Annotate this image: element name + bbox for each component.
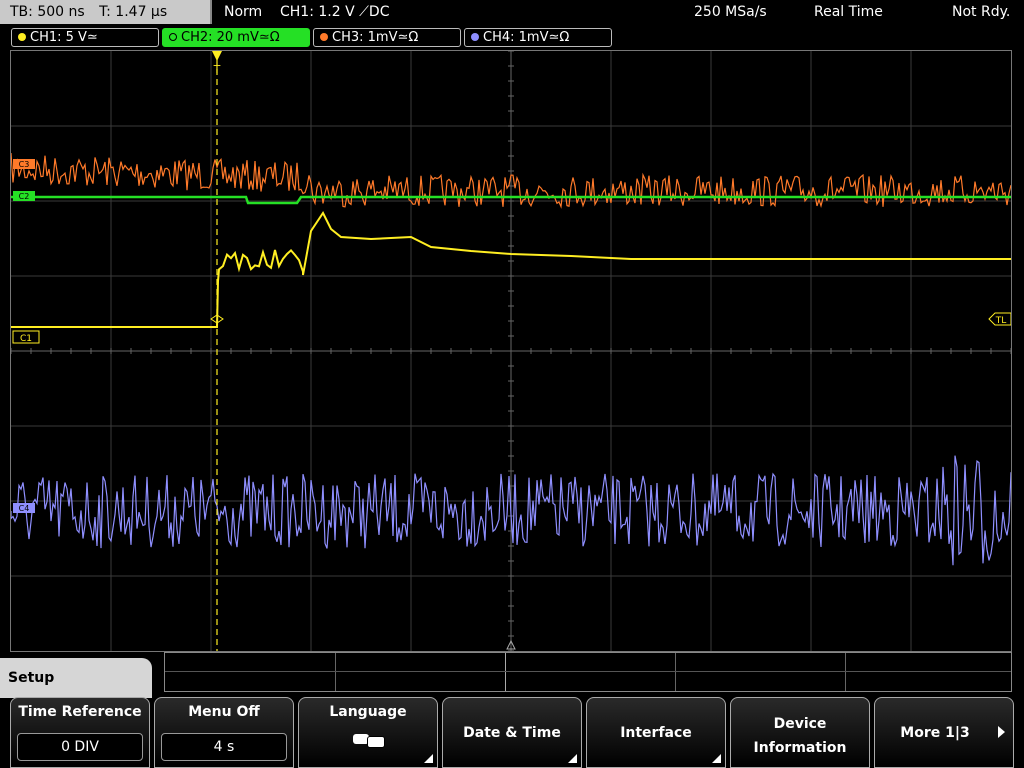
menu-off-softkey[interactable]: Menu Off 4 s xyxy=(154,697,294,768)
ch4-color-dot-icon xyxy=(471,33,479,41)
submenu-corner-icon xyxy=(568,754,577,763)
timebase-box[interactable]: TB: 500 ns T: 1.47 µs xyxy=(0,0,212,24)
language-label: Language xyxy=(329,704,407,720)
more-softkey[interactable]: More 1|3 xyxy=(874,697,1014,768)
trigger-position-label: T xyxy=(213,63,221,76)
menu-title-tab: Setup xyxy=(0,658,152,698)
ch2-offset-marker[interactable]: C2 xyxy=(13,191,35,201)
date-time-label: Date & Time xyxy=(463,725,561,741)
channel-tab-ch1[interactable]: CH1: 5 V≃ xyxy=(11,28,159,47)
interface-label: Interface xyxy=(620,725,692,741)
trigger-level-marker[interactable]: TL xyxy=(988,312,1011,326)
ch3-label: CH3: 1mV≃Ω xyxy=(332,30,419,45)
language-softkey[interactable]: Language xyxy=(298,697,438,768)
waveform-display[interactable]: T TL C1 C2 C3 C4 xyxy=(10,50,1012,652)
time-reference-value[interactable]: 0 DIV xyxy=(17,733,143,761)
trigger-time-value: T: 1.47 µs xyxy=(99,4,168,20)
trigger-level-label: TL xyxy=(995,316,1007,326)
date-time-softkey[interactable]: Date & Time xyxy=(442,697,582,768)
timebase-value: TB: 500 ns xyxy=(10,4,85,20)
run-status: Not Rdy. xyxy=(952,4,1011,20)
speech-bubbles-icon xyxy=(351,732,385,748)
waveform-canvas: T TL C1 C2 C3 C4 xyxy=(11,51,1011,651)
more-label: More 1|3 xyxy=(900,725,970,741)
ch1-color-dot-icon xyxy=(18,33,26,41)
channel-tab-ch4[interactable]: CH4: 1mV≃Ω xyxy=(464,28,612,47)
trigger-info[interactable]: CH1: 1.2 V ⟋DC xyxy=(280,0,389,24)
menu-off-label: Menu Off xyxy=(188,704,260,720)
ch3-offset-marker[interactable]: C3 xyxy=(13,159,35,169)
arrow-right-icon xyxy=(998,726,1005,738)
ch3-marker-label: C3 xyxy=(19,160,30,169)
submenu-corner-icon xyxy=(712,754,721,763)
trigger-position-marker[interactable]: T xyxy=(212,51,222,76)
ch4-marker-label: C4 xyxy=(19,504,30,513)
device-information-line2: Information xyxy=(753,740,847,756)
device-information-line1: Device xyxy=(773,716,827,732)
time-reference-softkey[interactable]: Time Reference 0 DIV xyxy=(10,697,150,768)
ch2-marker-label: C2 xyxy=(19,192,30,201)
ch2-label: CH2: 20 mV≃Ω xyxy=(181,30,280,45)
submenu-corner-icon xyxy=(424,754,433,763)
grid-lines xyxy=(11,51,1011,651)
trigger-mode[interactable]: Norm xyxy=(224,0,262,24)
acquisition-mode: Real Time xyxy=(814,4,883,20)
info-area xyxy=(164,652,1012,692)
ch1-offset-marker[interactable]: C1 xyxy=(12,330,40,344)
time-reference-label: Time Reference xyxy=(18,704,142,720)
ch2-color-dot-icon xyxy=(169,33,177,41)
ch1-label: CH1: 5 V≃ xyxy=(30,30,98,45)
sample-rate: 250 MSa/s xyxy=(694,4,767,20)
status-bar: TB: 500 ns T: 1.47 µs Norm CH1: 1.2 V ⟋D… xyxy=(0,0,1024,26)
channel-tab-ch2[interactable]: CH2: 20 mV≃Ω xyxy=(162,28,310,47)
channel-tab-ch3[interactable]: CH3: 1mV≃Ω xyxy=(313,28,461,47)
ch4-offset-marker[interactable]: C4 xyxy=(13,503,35,513)
ch4-label: CH4: 1mV≃Ω xyxy=(483,30,570,45)
menu-off-value[interactable]: 4 s xyxy=(161,733,287,761)
ch3-color-dot-icon xyxy=(320,33,328,41)
interface-softkey[interactable]: Interface xyxy=(586,697,726,768)
device-information-softkey[interactable]: Device Information xyxy=(730,697,870,768)
ch1-marker-label: C1 xyxy=(20,334,32,344)
menu-title: Setup xyxy=(8,670,55,686)
